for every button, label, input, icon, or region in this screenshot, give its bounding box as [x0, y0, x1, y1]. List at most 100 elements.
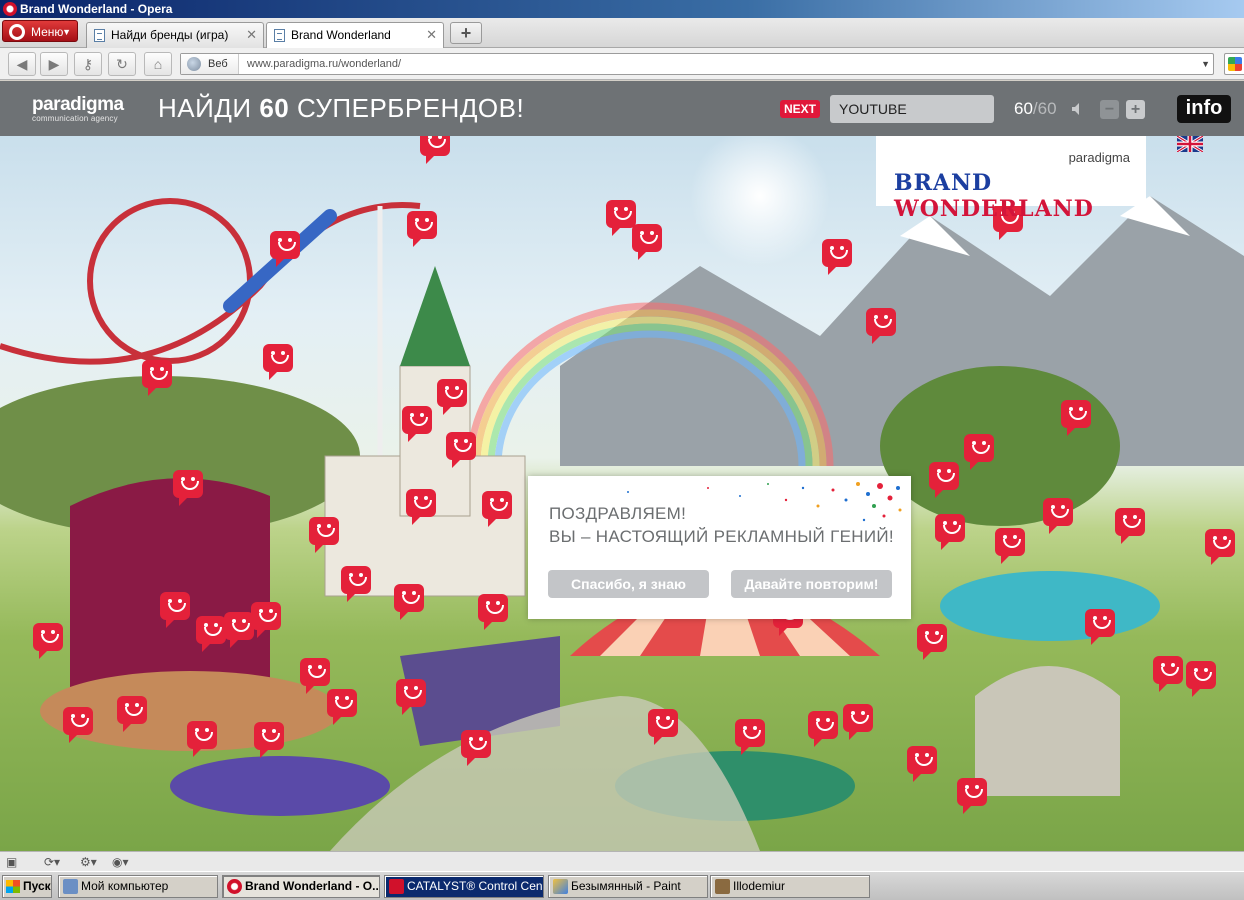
forward-button[interactable]: ▶: [40, 52, 68, 76]
uk-flag-icon[interactable]: [1177, 136, 1203, 152]
tab-brand-wonderland[interactable]: Brand Wonderland ✕: [266, 22, 444, 49]
zoom-in-button[interactable]: +: [1126, 100, 1145, 119]
found-brand-marker[interactable]: [935, 514, 965, 550]
found-brand-marker[interactable]: [606, 200, 636, 236]
opera-logo-icon: [3, 2, 17, 16]
web-search-prefix[interactable]: Веб: [181, 54, 239, 74]
found-brand-marker[interactable]: [1153, 656, 1183, 692]
address-bar[interactable]: Веб www.paradigma.ru/wonderland/ ▼: [180, 53, 1214, 75]
taskbar-item-paint[interactable]: Безымянный - Paint: [548, 875, 708, 898]
home-button[interactable]: ⌂: [144, 52, 172, 76]
found-brand-marker[interactable]: [929, 462, 959, 498]
found-brand-marker[interactable]: [648, 709, 678, 745]
headline-pre: НАЙДИ: [158, 93, 252, 123]
found-brand-marker[interactable]: [402, 406, 432, 442]
close-icon[interactable]: ✕: [246, 23, 257, 47]
found-brand-marker[interactable]: [1061, 400, 1091, 436]
found-brand-marker[interactable]: [482, 491, 512, 527]
sync-icon[interactable]: ⟳▾: [44, 854, 60, 870]
found-brand-marker[interactable]: [907, 746, 937, 782]
site-header: paradigma communication agency НАЙДИ 60 …: [0, 81, 1244, 136]
wand-button[interactable]: ⚷: [74, 52, 102, 76]
found-brand-marker[interactable]: [964, 434, 994, 470]
window-title: Brand Wonderland - Opera: [20, 2, 173, 16]
found-brand-marker[interactable]: [407, 211, 437, 247]
found-brand-marker[interactable]: [1205, 529, 1235, 565]
found-brand-marker[interactable]: [394, 584, 424, 620]
found-brand-marker[interactable]: [263, 344, 293, 380]
chevron-down-icon[interactable]: ▼: [1201, 54, 1210, 74]
found-brand-marker[interactable]: [300, 658, 330, 694]
found-brand-marker[interactable]: [63, 707, 93, 743]
info-button[interactable]: info: [1177, 95, 1231, 123]
paradigma-logo[interactable]: paradigma communication agency: [32, 95, 124, 124]
found-brand-marker[interactable]: [917, 624, 947, 660]
found-brand-marker[interactable]: [173, 470, 203, 506]
found-brand-marker[interactable]: [224, 612, 254, 648]
start-button[interactable]: Пуск: [2, 875, 52, 898]
arrow-right-icon: ▶: [48, 56, 60, 72]
dialog-heading: ПОЗДРАВЛЯЕМ!: [549, 504, 687, 523]
found-brand-marker[interactable]: [406, 489, 436, 525]
found-brand-marker[interactable]: [270, 231, 300, 267]
found-brand-marker[interactable]: [478, 594, 508, 630]
navigation-bar: ◀ ▶ ⚷ ↻ ⌂ Веб www.paradigma.ru/wonderlan…: [0, 48, 1244, 80]
found-brand-marker[interactable]: [251, 602, 281, 638]
found-brand-marker[interactable]: [1186, 661, 1216, 697]
found-brand-marker[interactable]: [461, 730, 491, 766]
found-brand-marker[interactable]: [117, 696, 147, 732]
unite-icon[interactable]: ⚙▾: [80, 854, 97, 870]
found-brand-marker[interactable]: [866, 308, 896, 344]
windows-taskbar: Пуск Мой компьютер Brand Wonderland - O.…: [0, 871, 1244, 900]
found-brand-marker[interactable]: [1043, 498, 1073, 534]
taskbar-item-opera[interactable]: Brand Wonderland - O...: [222, 875, 380, 898]
next-button[interactable]: NEXT: [780, 100, 820, 118]
found-brand-marker[interactable]: [187, 721, 217, 757]
tab-find-brands[interactable]: Найди бренды (игра) ✕: [86, 22, 264, 48]
found-brand-marker[interactable]: [196, 616, 226, 652]
wonderland-scene[interactable]: paradigma BRAND WONDERLAND ПОЗДРАВЛЯЕМ! …: [0, 128, 1244, 851]
found-brand-marker[interactable]: [309, 517, 339, 553]
speaker-icon[interactable]: [1071, 102, 1085, 116]
new-tab-button[interactable]: +: [450, 22, 482, 44]
turbo-icon[interactable]: ◉▾: [112, 854, 129, 870]
thanks-i-know-button[interactable]: Спасибо, я знаю: [548, 570, 709, 598]
found-brand-marker[interactable]: [957, 778, 987, 814]
taskbar-item-catalyst[interactable]: CATALYST® Control Cen...: [384, 875, 544, 898]
zoom-out-button[interactable]: −: [1100, 100, 1119, 119]
found-counter: 60/60: [1014, 99, 1057, 119]
found-brand-marker[interactable]: [446, 432, 476, 468]
reload-button[interactable]: ↻: [108, 52, 136, 76]
opera-menu-button[interactable]: Меню ▼: [2, 20, 78, 42]
found-brand-marker[interactable]: [1085, 609, 1115, 645]
url-text[interactable]: www.paradigma.ru/wonderland/: [247, 54, 401, 74]
found-brand-marker[interactable]: [142, 360, 172, 396]
found-brand-marker[interactable]: [822, 239, 852, 275]
window-title-bar: Brand Wonderland - Opera: [0, 0, 1244, 18]
panel-toggle-icon[interactable]: ▣: [6, 854, 17, 870]
found-brand-marker[interactable]: [396, 679, 426, 715]
key-icon: ⚷: [82, 56, 94, 72]
found-brand-marker[interactable]: [808, 711, 838, 747]
found-brand-marker[interactable]: [33, 623, 63, 659]
found-brand-marker[interactable]: [327, 689, 357, 725]
home-icon: ⌂: [153, 56, 163, 72]
found-brand-marker[interactable]: [437, 379, 467, 415]
found-brand-marker[interactable]: [160, 592, 190, 628]
brand-input[interactable]: [830, 95, 994, 123]
found-brand-marker[interactable]: [843, 704, 873, 740]
taskbar-item-my-computer[interactable]: Мой компьютер: [58, 875, 218, 898]
found-brand-marker[interactable]: [735, 719, 765, 755]
menu-label: Меню: [31, 25, 64, 39]
found-brand-marker[interactable]: [254, 722, 284, 758]
play-again-button[interactable]: Давайте повторим!: [731, 570, 892, 598]
found-brand-marker[interactable]: [632, 224, 662, 260]
close-icon[interactable]: ✕: [426, 23, 437, 47]
found-brand-marker[interactable]: [1115, 508, 1145, 544]
back-button[interactable]: ◀: [8, 52, 36, 76]
found-brand-marker[interactable]: [995, 528, 1025, 564]
taskbar-item-label: Безымянный - Paint: [571, 879, 681, 893]
found-brand-marker[interactable]: [341, 566, 371, 602]
taskbar-item-illodemiur[interactable]: Illodemiur: [710, 875, 870, 898]
search-engine-button[interactable]: [1224, 53, 1244, 75]
